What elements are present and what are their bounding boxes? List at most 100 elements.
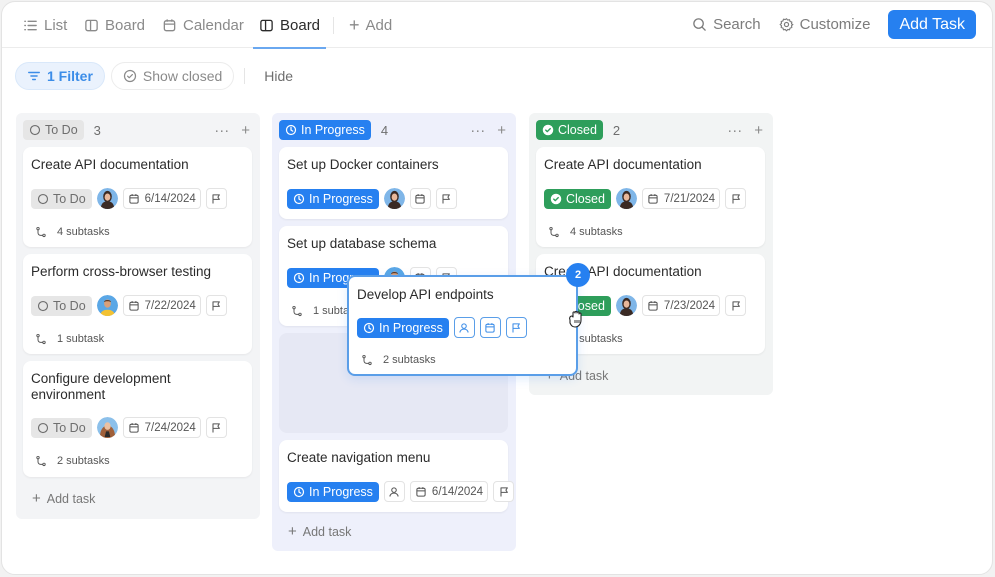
- priority-button[interactable]: [435, 188, 457, 209]
- search-button[interactable]: Search: [692, 16, 761, 33]
- date-label: 7/22/2024: [144, 299, 196, 312]
- priority-button[interactable]: [205, 188, 227, 209]
- subtasks[interactable]: 4 subtasks: [548, 226, 623, 238]
- priority-button[interactable]: [505, 317, 527, 338]
- due-date[interactable]: 7/22/2024: [122, 295, 201, 316]
- task-card[interactable]: Create API documentation Closed 7/21/202…: [536, 147, 765, 247]
- due-date[interactable]: 6/14/2024: [122, 188, 201, 209]
- priority-button[interactable]: [205, 295, 227, 316]
- status-badge[interactable]: In Progress: [357, 317, 449, 338]
- subtask-icon: [548, 226, 560, 238]
- status-badge[interactable]: Closed: [544, 188, 611, 209]
- search-label: Search: [713, 16, 761, 33]
- task-meta: To Do 7/24/2024: [31, 417, 227, 438]
- status-badge: In Progress: [279, 120, 371, 140]
- avatar[interactable]: [616, 295, 637, 316]
- priority-button[interactable]: [493, 481, 515, 502]
- subtasks[interactable]: 4 subtasks: [35, 226, 110, 238]
- add-task-link[interactable]: + Add task: [32, 490, 95, 507]
- priority-button[interactable]: [725, 295, 747, 316]
- task-title: Create navigation menu: [287, 450, 431, 465]
- due-date[interactable]: 6/14/2024: [409, 481, 489, 502]
- toolbar-right: Search Customize Add Task: [692, 10, 976, 39]
- due-date[interactable]: 7/24/2024: [122, 417, 201, 438]
- task-meta: In Progress: [357, 317, 527, 338]
- priority-button[interactable]: [205, 417, 227, 438]
- hide-button[interactable]: Hide: [260, 68, 297, 84]
- due-date-button[interactable]: [409, 188, 431, 209]
- avatar[interactable]: [97, 188, 118, 209]
- status-badge: Closed: [536, 120, 603, 140]
- assignee-button[interactable]: [453, 317, 475, 338]
- calendar-icon: [415, 486, 427, 498]
- user-icon: [388, 486, 400, 498]
- add-task-button[interactable]: Add Task: [888, 10, 976, 39]
- app-window: List Board Calendar Board + Add Search C…: [1, 1, 993, 575]
- status-label: In Progress: [309, 484, 373, 499]
- plus-icon[interactable]: +: [754, 122, 763, 139]
- plus-icon: +: [349, 15, 360, 35]
- subtask-count: 1 subtask: [57, 333, 105, 345]
- tab-list[interactable]: List: [23, 2, 67, 48]
- status-badge[interactable]: To Do: [31, 295, 92, 316]
- divider: [333, 17, 334, 34]
- plus-icon[interactable]: +: [241, 122, 250, 139]
- user-icon: [458, 322, 470, 334]
- more-options-icon[interactable]: ···: [727, 122, 742, 139]
- task-card[interactable]: Create API documentation To Do 6/14/2024…: [23, 147, 252, 247]
- due-date[interactable]: 7/21/2024: [641, 188, 721, 209]
- date-label: 6/14/2024: [431, 485, 484, 498]
- more-options-icon[interactable]: ···: [214, 122, 229, 139]
- priority-button[interactable]: [725, 188, 747, 209]
- column-todo: To Do 3 ··· + Create API documentation To…: [16, 113, 260, 519]
- drag-count-badge: 2: [566, 263, 590, 287]
- circle-icon: [29, 124, 41, 136]
- subtasks[interactable]: 2 subtasks: [361, 354, 436, 366]
- status-label: To Do: [53, 420, 86, 435]
- task-card[interactable]: Perform cross-browser testing To Do 7/22…: [23, 254, 252, 354]
- board-icon: [84, 18, 99, 33]
- tab-calendar[interactable]: Calendar: [162, 2, 244, 48]
- more-options-icon[interactable]: ···: [470, 122, 485, 139]
- task-title: Configure development environment: [31, 371, 171, 402]
- task-meta: Closed 7/21/2024: [544, 188, 747, 209]
- avatar[interactable]: [616, 188, 637, 209]
- subtasks[interactable]: 1 subtask: [35, 333, 104, 345]
- subtask-count: 4 subtasks: [570, 226, 623, 238]
- tab-board-active[interactable]: Board: [252, 2, 327, 49]
- divider: [244, 68, 246, 84]
- avatar[interactable]: [97, 295, 118, 316]
- status-label: Closed: [566, 191, 605, 206]
- plus-icon[interactable]: +: [497, 122, 506, 139]
- dragged-task-card[interactable]: Develop API endpoints In Progress 2 subt…: [347, 275, 578, 376]
- status-badge[interactable]: To Do: [31, 188, 92, 209]
- status-badge[interactable]: In Progress: [287, 481, 379, 502]
- task-card[interactable]: Configure development environment To Do …: [23, 361, 252, 477]
- due-date-button[interactable]: [479, 317, 501, 338]
- status-badge[interactable]: In Progress: [287, 188, 379, 209]
- status-badge: To Do: [23, 120, 84, 140]
- task-title: Develop API endpoints: [357, 287, 494, 302]
- filter-button[interactable]: 1 Filter: [15, 62, 105, 90]
- gear-icon: [779, 18, 794, 32]
- calendar-icon: [414, 193, 426, 205]
- status-label: To Do: [53, 298, 86, 313]
- due-date[interactable]: 7/23/2024: [641, 295, 721, 316]
- calendar-icon: [128, 300, 140, 312]
- task-card[interactable]: Set up Docker containers In Progress: [279, 147, 508, 219]
- assignee-button[interactable]: [383, 481, 405, 502]
- avatar[interactable]: [384, 188, 405, 209]
- show-closed-toggle[interactable]: Show closed: [110, 62, 235, 90]
- status-badge[interactable]: To Do: [31, 417, 92, 438]
- progress-icon: [285, 124, 297, 136]
- task-title: Create API documentation: [31, 157, 189, 172]
- tab-board[interactable]: Board: [84, 2, 145, 48]
- customize-button[interactable]: Customize: [779, 16, 870, 33]
- status-label: Closed: [558, 123, 597, 137]
- status-label: To Do: [45, 123, 78, 137]
- add-task-link[interactable]: + Add task: [288, 523, 351, 540]
- task-card[interactable]: Create navigation menu In Progress 6/14/…: [279, 440, 515, 512]
- avatar[interactable]: [97, 417, 118, 438]
- subtasks[interactable]: 2 subtasks: [35, 455, 110, 467]
- add-view-button[interactable]: + Add: [349, 2, 392, 48]
